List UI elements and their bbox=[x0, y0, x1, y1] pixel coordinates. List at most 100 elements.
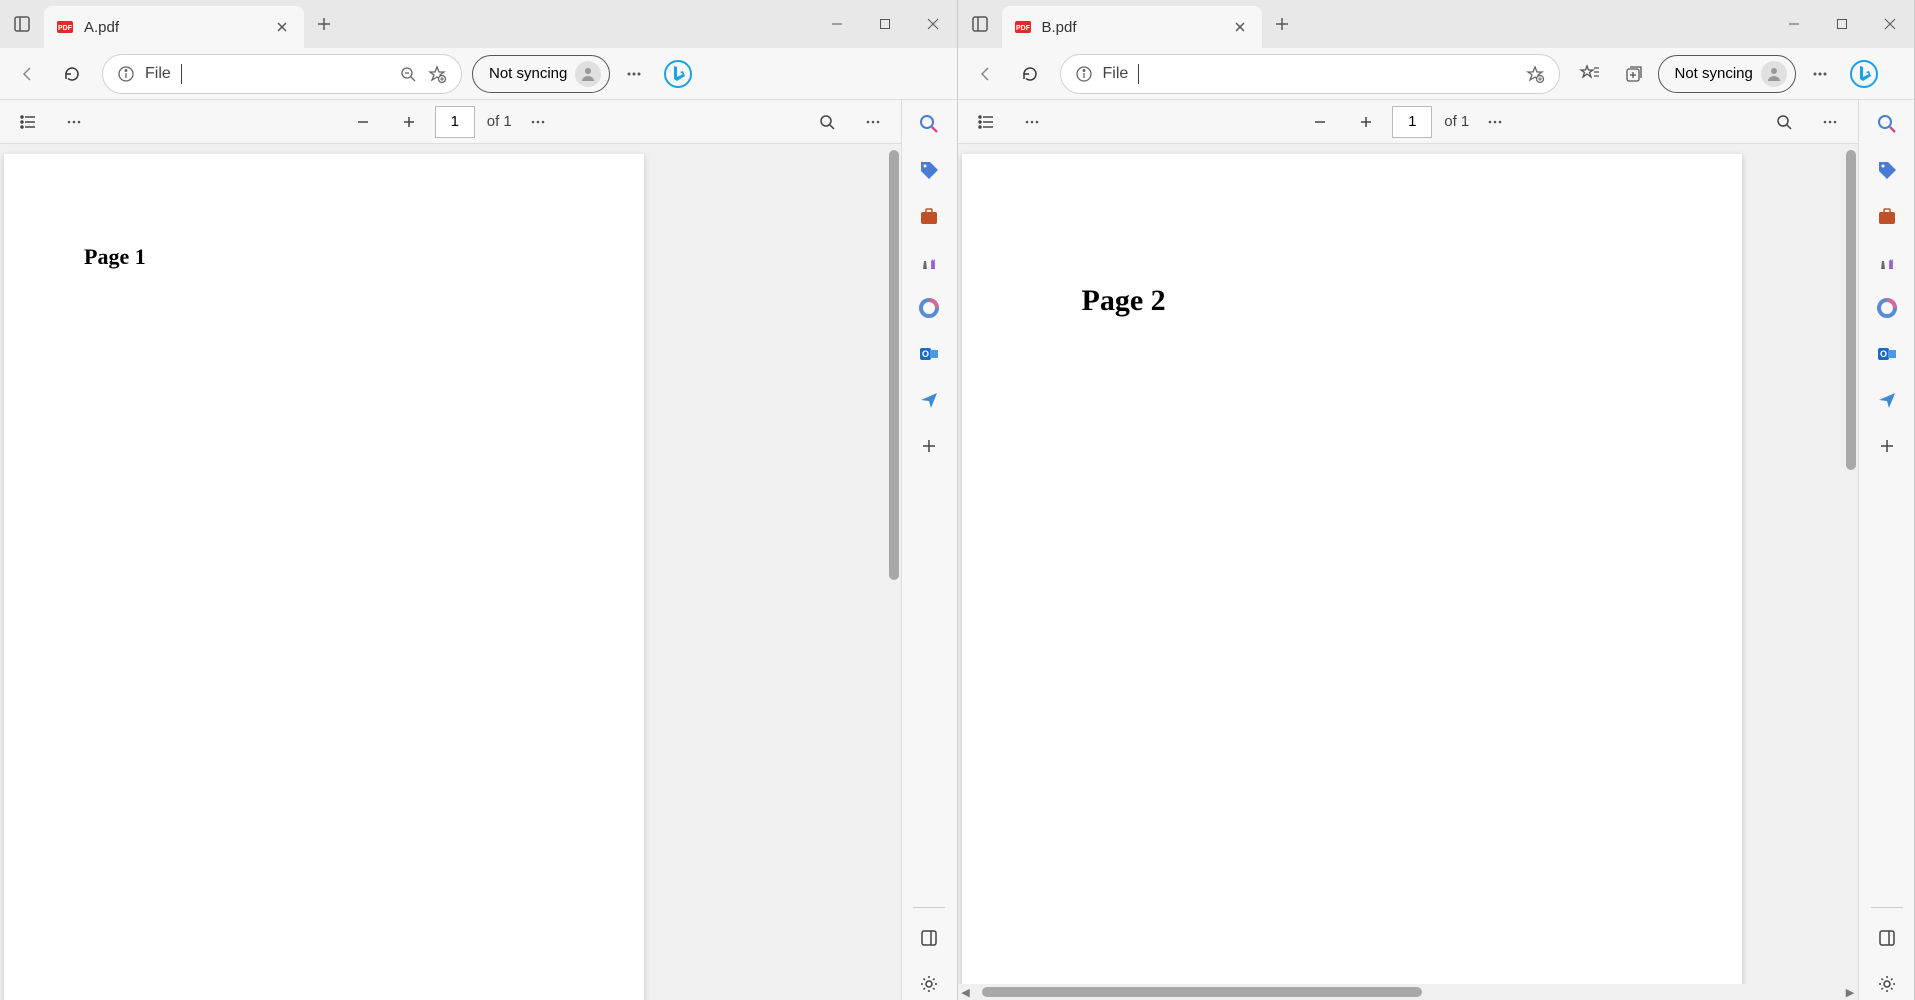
zoom-in-button[interactable] bbox=[1346, 102, 1386, 142]
sidebar-search[interactable] bbox=[1871, 108, 1903, 140]
info-icon bbox=[117, 65, 135, 83]
pdf-settings-button[interactable] bbox=[1810, 102, 1850, 142]
address-bar[interactable]: File bbox=[1060, 54, 1560, 94]
tab[interactable]: PDF B.pdf bbox=[1002, 6, 1262, 48]
zoom-out-button[interactable] bbox=[1300, 102, 1340, 142]
more-button[interactable] bbox=[1800, 54, 1840, 94]
sidebar-games[interactable] bbox=[1871, 246, 1903, 278]
pdf-page: Page 2 bbox=[962, 154, 1742, 984]
pdf-more-button-1[interactable] bbox=[54, 102, 94, 142]
refresh-button[interactable] bbox=[52, 54, 92, 94]
search-icon bbox=[1775, 113, 1793, 131]
tag-icon bbox=[1876, 159, 1898, 181]
find-button[interactable] bbox=[807, 102, 847, 142]
pdf-viewer[interactable]: Page 1 bbox=[0, 144, 887, 1000]
new-tab-button[interactable] bbox=[304, 0, 344, 48]
dots-icon bbox=[1810, 64, 1830, 84]
sidebar-tools[interactable] bbox=[1871, 200, 1903, 232]
chess-icon bbox=[1876, 251, 1898, 273]
page-number-input[interactable] bbox=[1392, 106, 1432, 138]
refresh-button[interactable] bbox=[1010, 54, 1050, 94]
sidebar-hide[interactable] bbox=[1871, 922, 1903, 954]
sync-button[interactable]: Not syncing bbox=[1658, 55, 1796, 93]
pdf-more-button-2[interactable] bbox=[1475, 102, 1515, 142]
address-bar[interactable]: File bbox=[102, 54, 462, 94]
sidebar-shopping[interactable] bbox=[913, 154, 945, 186]
sidebar-shopping[interactable] bbox=[1871, 154, 1903, 186]
pdf-icon: PDF bbox=[56, 18, 74, 36]
close-window-button[interactable] bbox=[909, 0, 957, 48]
refresh-icon bbox=[1020, 64, 1040, 84]
vertical-scrollbar[interactable] bbox=[887, 144, 901, 1000]
scroll-thumb[interactable] bbox=[889, 150, 899, 580]
edge-sidebar: O bbox=[1858, 100, 1914, 1000]
cursor bbox=[181, 64, 182, 84]
sidebar-office[interactable] bbox=[913, 292, 945, 324]
maximize-button[interactable] bbox=[1818, 0, 1866, 48]
favorite-icon[interactable] bbox=[427, 64, 447, 84]
office-icon bbox=[918, 297, 940, 319]
contents-button[interactable] bbox=[966, 102, 1006, 142]
zoom-icon[interactable] bbox=[399, 65, 417, 83]
plus-icon bbox=[1358, 114, 1374, 130]
new-tab-button[interactable] bbox=[1262, 0, 1302, 48]
zoom-in-button[interactable] bbox=[389, 102, 429, 142]
tag-icon bbox=[918, 159, 940, 181]
sidebar-hide[interactable] bbox=[913, 922, 945, 954]
page-number-input[interactable] bbox=[435, 106, 475, 138]
page-of-label: of 1 bbox=[487, 113, 512, 130]
minimize-button[interactable] bbox=[1770, 0, 1818, 48]
tab[interactable]: PDF A.pdf bbox=[44, 6, 304, 48]
paper-plane-icon bbox=[918, 389, 940, 411]
sidebar-office[interactable] bbox=[1871, 292, 1903, 324]
close-window-button[interactable] bbox=[1866, 0, 1914, 48]
sidebar-tools[interactable] bbox=[913, 200, 945, 232]
tab-close-button[interactable] bbox=[272, 17, 292, 37]
bing-button[interactable] bbox=[1844, 54, 1884, 94]
address-text: File bbox=[1103, 65, 1129, 83]
vertical-scrollbar[interactable] bbox=[1844, 144, 1858, 984]
sidebar-settings[interactable] bbox=[913, 968, 945, 1000]
scroll-right-arrow[interactable]: ▶ bbox=[1842, 986, 1858, 999]
sidebar-send[interactable] bbox=[913, 384, 945, 416]
tab-close-button[interactable] bbox=[1230, 17, 1250, 37]
contents-button[interactable] bbox=[8, 102, 48, 142]
sidebar-add[interactable] bbox=[913, 430, 945, 462]
favorites-button[interactable] bbox=[1570, 54, 1610, 94]
page-text: Page 1 bbox=[84, 244, 644, 270]
star-lines-icon bbox=[1579, 63, 1601, 85]
refresh-icon bbox=[62, 64, 82, 84]
tab-actions-button[interactable] bbox=[0, 0, 44, 48]
zoom-out-button[interactable] bbox=[343, 102, 383, 142]
sidebar-search[interactable] bbox=[913, 108, 945, 140]
favorite-icon[interactable] bbox=[1525, 64, 1545, 84]
sidebar-games[interactable] bbox=[913, 246, 945, 278]
collections-button[interactable] bbox=[1614, 54, 1654, 94]
tab-actions-button[interactable] bbox=[958, 0, 1002, 48]
window-controls bbox=[1770, 0, 1914, 48]
sidebar-send[interactable] bbox=[1871, 384, 1903, 416]
briefcase-icon bbox=[1876, 205, 1898, 227]
more-button[interactable] bbox=[614, 54, 654, 94]
back-button[interactable] bbox=[8, 54, 48, 94]
back-button[interactable] bbox=[966, 54, 1006, 94]
bing-button[interactable] bbox=[658, 54, 698, 94]
pdf-more-button-2[interactable] bbox=[518, 102, 558, 142]
sync-button[interactable]: Not syncing bbox=[472, 55, 610, 93]
scroll-left-arrow[interactable]: ◀ bbox=[958, 986, 974, 999]
horizontal-scrollbar[interactable]: ◀ ▶ bbox=[958, 984, 1859, 1000]
sidebar-outlook[interactable]: O bbox=[1871, 338, 1903, 370]
pdf-settings-button[interactable] bbox=[853, 102, 893, 142]
sidebar-settings[interactable] bbox=[1871, 968, 1903, 1000]
minimize-button[interactable] bbox=[813, 0, 861, 48]
sidebar-outlook[interactable]: O bbox=[913, 338, 945, 370]
avatar-icon bbox=[1761, 61, 1787, 87]
scroll-thumb[interactable] bbox=[982, 987, 1422, 997]
pdf-viewer[interactable]: Page 2 bbox=[958, 144, 1845, 984]
find-button[interactable] bbox=[1764, 102, 1804, 142]
maximize-button[interactable] bbox=[861, 0, 909, 48]
avatar-icon bbox=[575, 61, 601, 87]
scroll-thumb[interactable] bbox=[1846, 150, 1856, 470]
sidebar-add[interactable] bbox=[1871, 430, 1903, 462]
pdf-more-button-1[interactable] bbox=[1012, 102, 1052, 142]
